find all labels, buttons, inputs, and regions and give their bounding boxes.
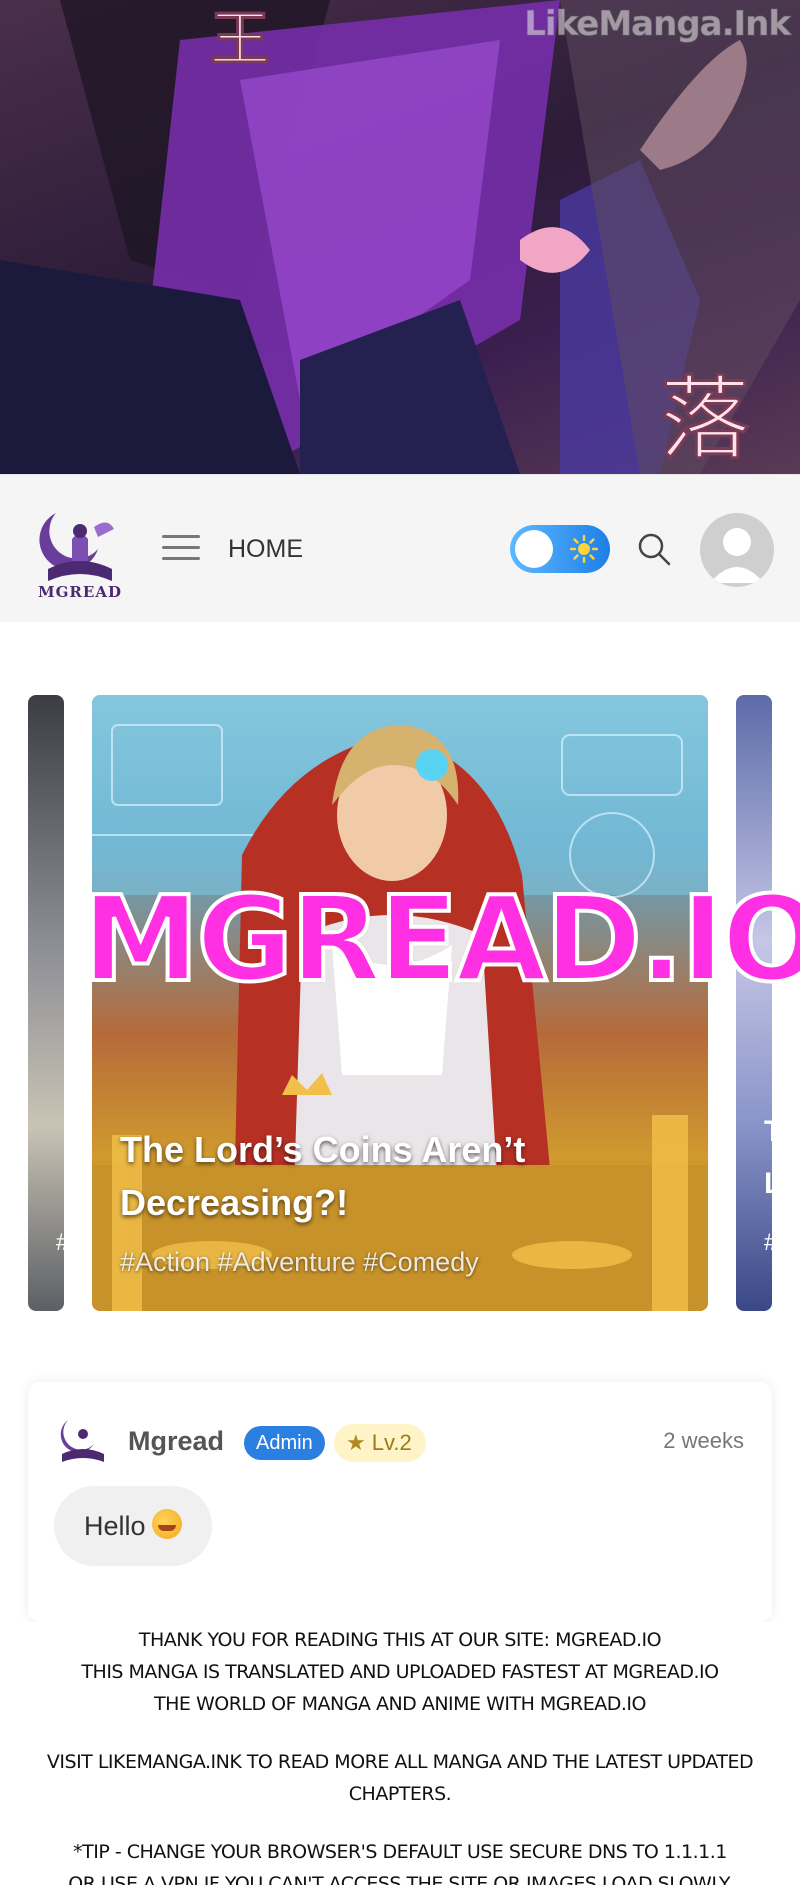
user-avatar[interactable] xyxy=(700,513,774,587)
svg-text:落: 落 xyxy=(660,367,750,472)
watermark-text: LikeManga.Ink xyxy=(524,4,792,45)
comment-bubble: Hello xyxy=(54,1486,212,1566)
search-icon[interactable] xyxy=(636,531,672,567)
comment-username[interactable]: Mgread xyxy=(128,1426,224,1457)
slide-title: The Lord’s Coins Aren’t Decreasing?! xyxy=(120,1123,620,1229)
logo-text: MGREAD xyxy=(38,583,122,601)
notice-line: The world of manga and anime with mgread… xyxy=(154,1693,646,1715)
site-notice: Thank you for reading this at our site: … xyxy=(0,1622,800,1885)
slide-title-line: The Lord’s Coins Aren’t xyxy=(120,1129,526,1170)
smiling-hearts-emoji-icon xyxy=(151,1509,182,1539)
site-header: MGREAD HOME xyxy=(0,474,800,622)
promo-overlay-text: MGREAD.IO xyxy=(80,868,800,1010)
manga-panel-image: 落 王 LikeManga.Ink xyxy=(0,0,800,474)
home-link[interactable]: HOME xyxy=(228,535,303,564)
slide-title-fragment: T xyxy=(764,1115,772,1149)
slide-title-line: Decreasing?! xyxy=(120,1182,349,1223)
sun-icon xyxy=(570,535,598,563)
svg-text:王: 王 xyxy=(210,5,270,75)
comment-card: Mgread Admin ★ Lv.2 2 weeks Hello xyxy=(28,1382,772,1622)
comment-message: Hello xyxy=(84,1511,146,1541)
level-badge: ★ Lv.2 xyxy=(334,1424,426,1462)
notice-line: Thank you for reading this at our site: … xyxy=(138,1629,662,1651)
user-silhouette-icon xyxy=(710,528,764,583)
notice-line: Visit likemanga.ink to read more all man… xyxy=(46,1751,754,1805)
notice-line: This manga is translated and uploaded fa… xyxy=(81,1661,719,1683)
logo-reader-icon xyxy=(39,513,114,581)
star-icon: ★ xyxy=(346,1430,366,1455)
notice-line: or use a VPN if you can't access the sit… xyxy=(68,1873,732,1885)
slide-tag-fragment: # xyxy=(764,1229,772,1257)
theme-toggle[interactable] xyxy=(510,525,610,573)
commenter-logo-icon xyxy=(60,1420,104,1462)
carousel-slide-previous[interactable]: # xyxy=(28,695,64,1311)
slide-title-fragment: L xyxy=(764,1167,772,1201)
slide-tag-fragment: # xyxy=(56,1229,64,1257)
slide-genre-tags: #Action #Adventure #Comedy xyxy=(120,1247,479,1277)
menu-hamburger-icon[interactable] xyxy=(162,535,200,563)
toggle-knob xyxy=(515,530,553,568)
comment-time: 2 weeks xyxy=(663,1428,744,1453)
notice-line: *Tip - Change your browser's default use… xyxy=(73,1841,727,1863)
level-text: Lv.2 xyxy=(371,1430,412,1455)
admin-badge: Admin xyxy=(244,1426,325,1460)
